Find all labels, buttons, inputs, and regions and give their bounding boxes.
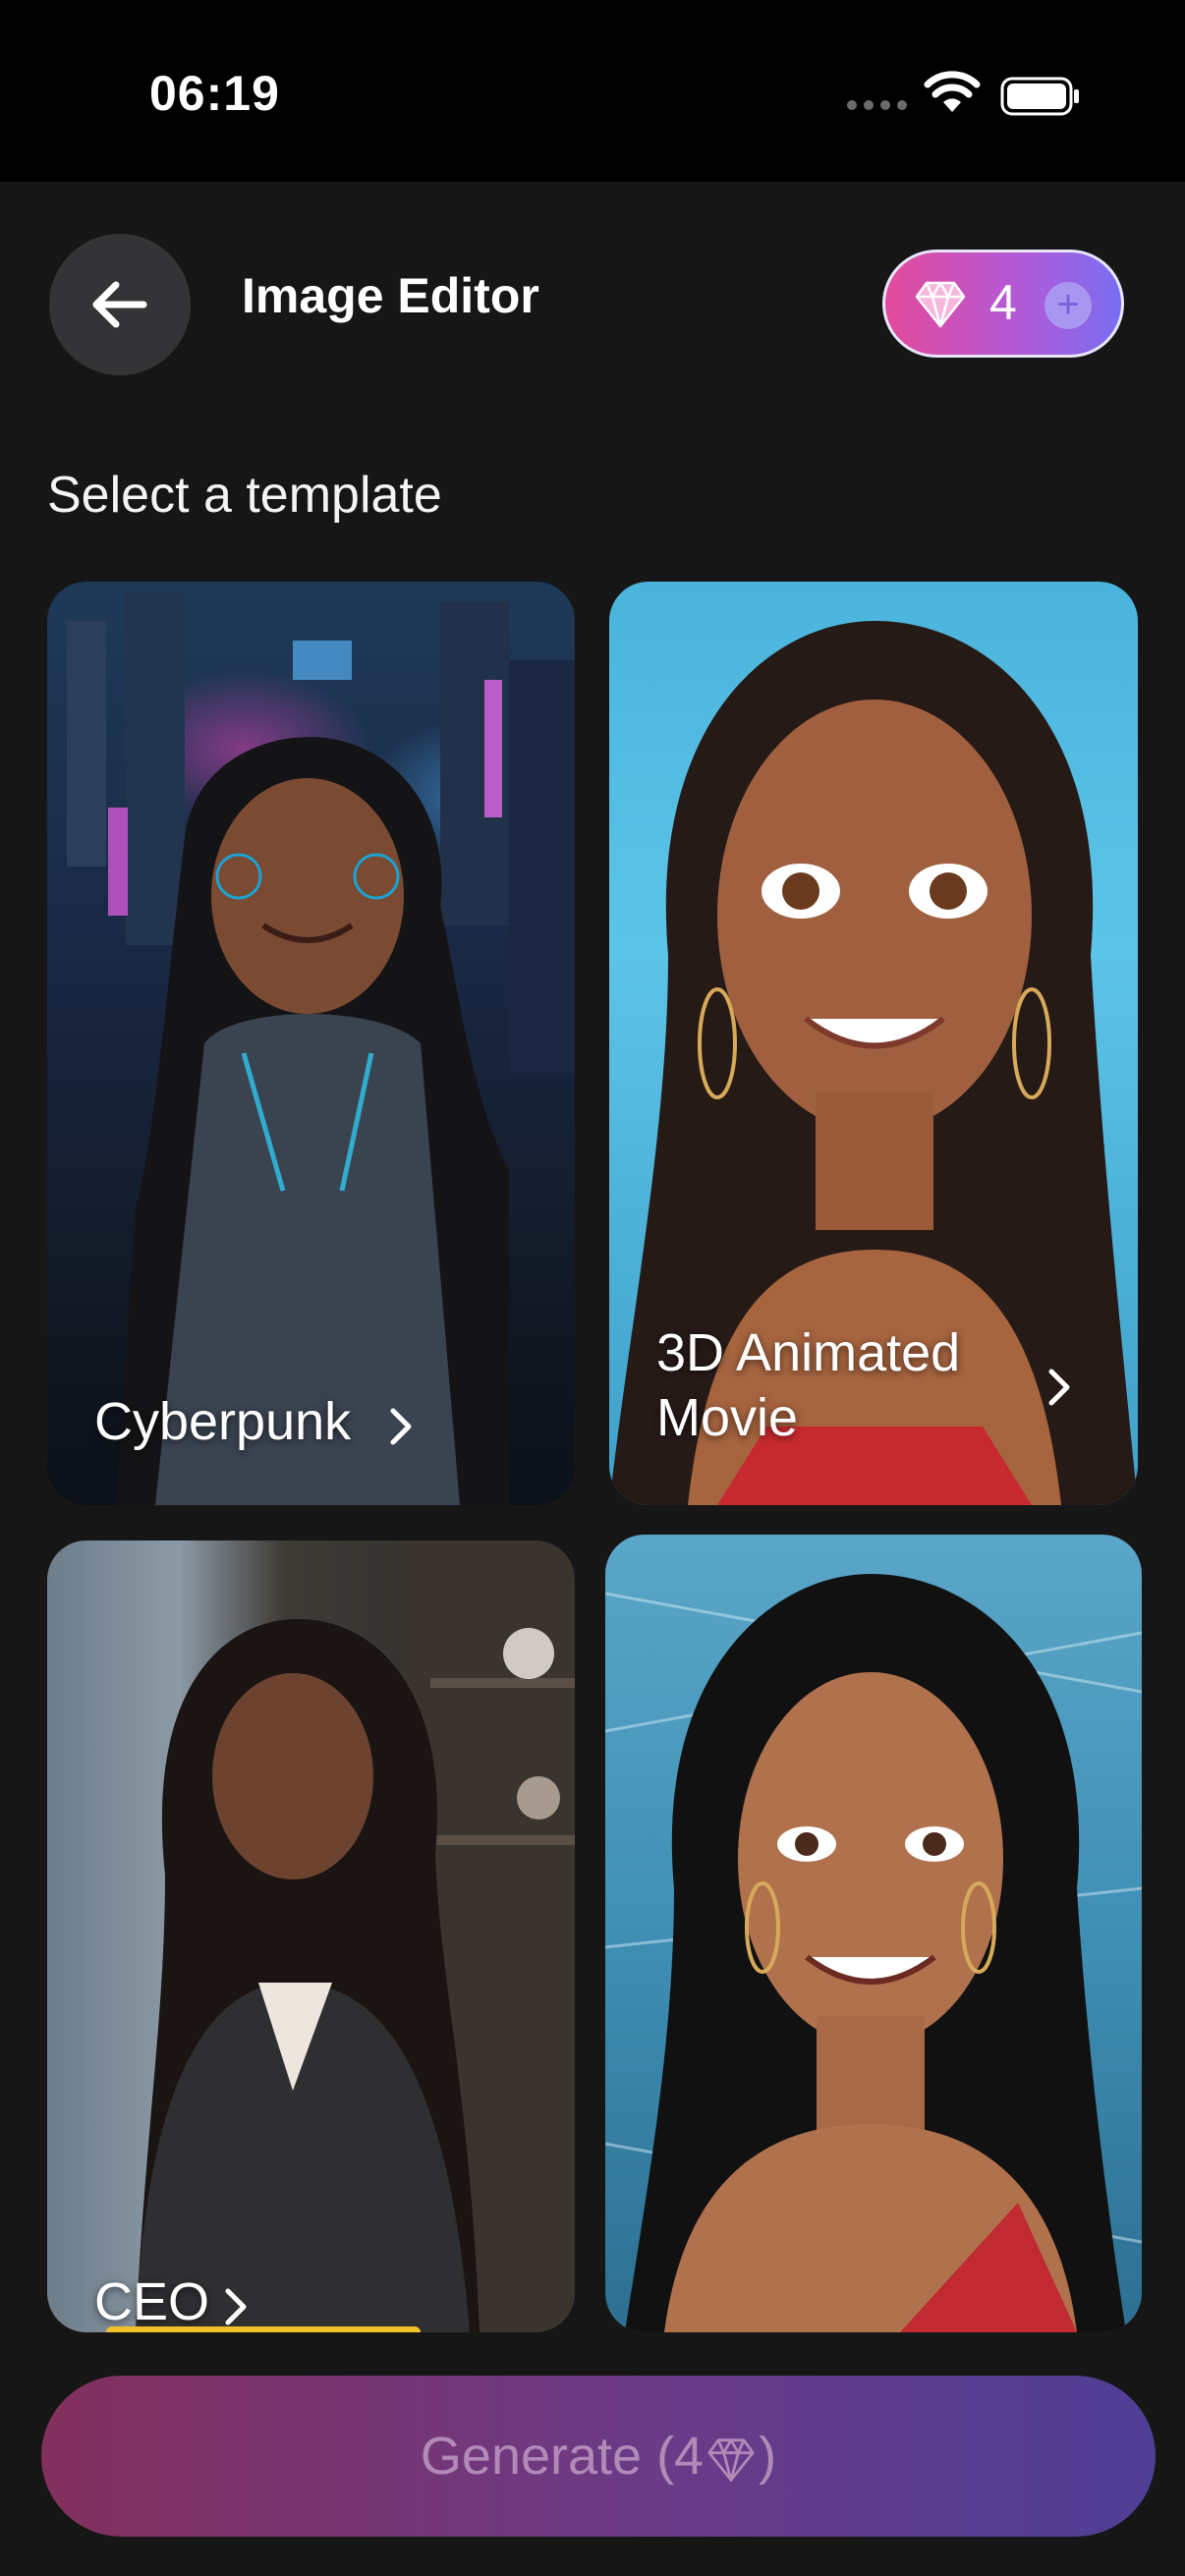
wifi-icon: [924, 71, 981, 112]
credits-button[interactable]: 4 +: [882, 250, 1124, 358]
selected-indicator: [106, 2326, 421, 2332]
chevron-right-icon: [1048, 1369, 1070, 1406]
battery-icon: [1000, 77, 1079, 116]
gem-icon: [915, 281, 966, 328]
page-title: Image Editor: [242, 268, 539, 323]
template-card-comic[interactable]: [605, 1535, 1142, 2332]
section-title: Select a template: [47, 467, 442, 524]
chevron-right-icon: [390, 1408, 412, 1445]
template-label-3d-animated-movie: 3D Animated Movie: [656, 1323, 961, 1447]
generate-label: Generate (4): [420, 2427, 777, 2486]
template-label-cyberpunk: Cyberpunk: [94, 1392, 352, 1451]
status-bar: 06:19: [0, 0, 1185, 182]
template-card-cyberpunk[interactable]: Cyberpunk: [47, 582, 575, 1505]
back-button[interactable]: [49, 234, 191, 375]
comic-portrait-image: [605, 1574, 1142, 2332]
chevron-right-icon: [225, 2288, 247, 2325]
cellular-signal-icon: [847, 100, 907, 110]
cyberpunk-portrait-image: [67, 591, 575, 1505]
credit-count: 4: [989, 275, 1017, 330]
template-label-ceo: CEO: [94, 2272, 210, 2331]
template-card-ceo[interactable]: CEO: [47, 1540, 575, 2332]
back-arrow-icon: [92, 281, 147, 328]
ceo-portrait-image: [136, 1540, 575, 2332]
template-card-3d-animated-movie[interactable]: 3D Animated Movie: [609, 582, 1138, 1505]
plus-icon[interactable]: +: [1044, 282, 1092, 329]
generate-button[interactable]: Generate (4): [41, 2376, 1156, 2537]
gem-icon: [707, 2438, 755, 2482]
status-time: 06:19: [149, 66, 280, 121]
